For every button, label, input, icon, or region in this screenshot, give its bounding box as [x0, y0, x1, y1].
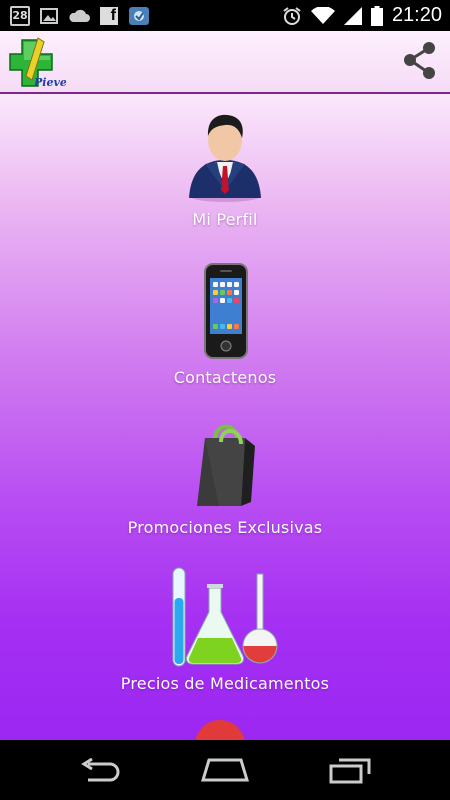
status-bar: 28 f 21:20 — [0, 0, 450, 31]
svg-text:Pieve: Pieve — [33, 76, 66, 89]
battery-icon — [370, 5, 383, 26]
profile-person-icon — [189, 114, 261, 202]
facebook-icon: f — [100, 6, 118, 25]
lab-flasks-icon — [172, 567, 278, 667]
navigation-bar — [0, 740, 450, 800]
menu-item-contactenos[interactable]: Contactenos — [0, 260, 450, 387]
alarm-icon — [282, 6, 302, 26]
clock: 21:20 — [391, 4, 442, 26]
calendar-day: 28 — [12, 9, 28, 22]
main-menu: Mi Perfil Contactenos Promociones Exclus… — [0, 94, 450, 740]
recents-button[interactable] — [320, 750, 380, 790]
back-icon — [81, 758, 120, 782]
menu-label-mi-perfil: Mi Perfil — [192, 210, 258, 229]
app-bar — [0, 31, 450, 92]
share-icon — [404, 42, 435, 79]
shopping-bag-icon — [197, 424, 255, 506]
home-button[interactable] — [195, 750, 255, 790]
app-notification-icon — [128, 6, 150, 26]
menu-item-promociones-exclusivas[interactable]: Promociones Exclusivas — [0, 420, 450, 537]
menu-label-precios-de-medicamentos: Precios de Medicamentos — [120, 674, 330, 693]
pharmacy-cross-icon: Pieve — [9, 37, 67, 89]
smartphone-icon — [204, 263, 248, 359]
menu-item-precios-de-medicamentos[interactable]: Precios de Medicamentos — [0, 566, 450, 693]
back-button[interactable] — [70, 750, 130, 790]
menu-label-contactenos: Contactenos — [173, 368, 277, 387]
signal-icon — [343, 6, 362, 25]
app-logo[interactable]: Pieve — [8, 36, 67, 92]
calendar-icon: 28 — [10, 5, 30, 26]
menu-item-partial[interactable] — [195, 720, 245, 740]
share-button[interactable] — [398, 38, 442, 84]
menu-label-promociones-exclusivas: Promociones Exclusivas — [127, 518, 323, 537]
recents-icon — [329, 758, 371, 784]
menu-item-mi-perfil[interactable]: Mi Perfil — [0, 104, 450, 229]
wifi-icon — [310, 6, 335, 25]
image-icon — [40, 7, 58, 24]
home-icon — [201, 758, 249, 782]
cloud-icon — [68, 9, 90, 23]
